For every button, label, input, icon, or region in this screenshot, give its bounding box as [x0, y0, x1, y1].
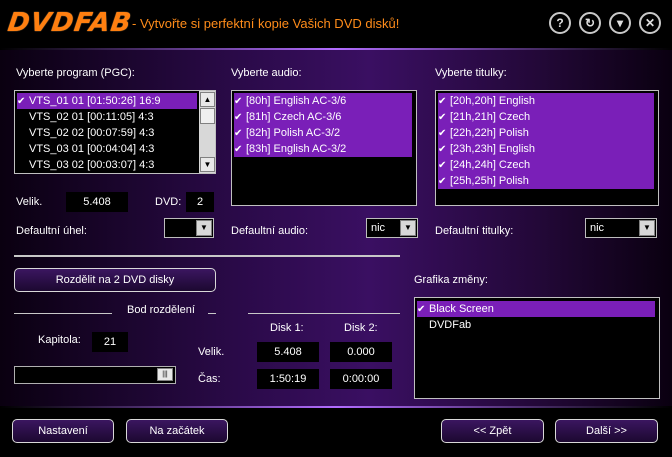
list-item[interactable]: VTS_03 01 [00:04:04] 4:3: [17, 141, 209, 157]
default-subtitles-select[interactable]: nic ▼: [585, 218, 657, 238]
program-scrollbar[interactable]: ▲ ▼: [199, 91, 215, 173]
scroll-down-icon[interactable]: ▼: [200, 157, 215, 172]
chevron-down-icon[interactable]: ▼: [196, 220, 212, 236]
list-item[interactable]: ✔ [82h] Polish AC-3/2: [234, 125, 412, 141]
next-button[interactable]: Další >>: [555, 419, 658, 443]
list-item[interactable]: ✔ [80h] English AC-3/6: [234, 93, 412, 109]
check-icon: ✔: [438, 112, 447, 123]
default-audio-select[interactable]: nic ▼: [366, 218, 418, 238]
slider-handle[interactable]: |||: [157, 368, 173, 381]
list-item[interactable]: ✔ VTS_01 01 [01:50:26] 16:9: [17, 93, 197, 109]
list-item[interactable]: ✔ [20h,20h] English: [438, 93, 654, 109]
split-point-label: Bod rozdělení: [127, 304, 195, 316]
transitions-list[interactable]: ✔ Black Screen DVDFab: [414, 297, 660, 399]
dvd-count-value: 2: [186, 192, 214, 212]
chapter-label: Kapitola:: [38, 334, 81, 346]
split-time-label: Čas:: [198, 373, 221, 385]
check-icon: ✔: [438, 128, 447, 139]
audio-label: Vyberte audio:: [231, 67, 302, 79]
scroll-thumb[interactable]: [200, 108, 215, 124]
check-icon: ✔: [438, 144, 447, 155]
program-size-value: 5.408: [66, 192, 128, 212]
check-icon: ✔: [438, 160, 447, 171]
check-icon: ✔: [438, 96, 447, 107]
minimize-icon[interactable]: ▾: [609, 12, 631, 34]
list-item[interactable]: ✔ [83h] English AC-3/2: [234, 141, 412, 157]
program-label: Vyberte program (PGC):: [16, 67, 135, 79]
help-icon[interactable]: ?: [549, 12, 571, 34]
list-item[interactable]: ✔ [81h] Czech AC-3/6: [234, 109, 412, 125]
close-icon[interactable]: ✕: [639, 12, 661, 34]
disk2-label: Disk 2:: [344, 322, 378, 334]
list-item[interactable]: ✔ Black Screen: [417, 301, 655, 317]
section-divider: [14, 255, 400, 257]
check-icon: ✔: [417, 304, 426, 315]
chevron-down-icon[interactable]: ▼: [400, 220, 416, 236]
check-icon: ✔: [234, 128, 243, 139]
program-size-label: Velik.: [16, 196, 43, 208]
dvdfab-window: DVDFAB - Vytvořte si perfektní kopie Vaš…: [0, 0, 672, 457]
footer-divider: [0, 406, 672, 408]
split-dvd-button[interactable]: Rozdělit na 2 DVD disky: [14, 268, 216, 292]
split-size-label: Velik.: [198, 346, 225, 358]
back-button[interactable]: << Zpět: [441, 419, 544, 443]
disk1-time-value: 1:50:19: [257, 369, 319, 389]
audio-list[interactable]: ✔ [80h] English AC-3/6 ✔ [81h] Czech AC-3/…: [231, 90, 417, 206]
dvdfab-logo: DVDFAB: [5, 8, 134, 38]
disk2-time-value: 0:00:00: [330, 369, 392, 389]
program-list[interactable]: ✔ VTS_01 01 [01:50:26] 16:9 VTS_02 01 [00…: [14, 90, 216, 174]
header-divider: [0, 48, 672, 50]
scroll-up-icon[interactable]: ▲: [200, 92, 215, 107]
list-item[interactable]: VTS_02 01 [00:11:05] 4:3: [17, 109, 209, 125]
list-item[interactable]: ✔ [22h,22h] Polish: [438, 125, 654, 141]
check-icon: ✔: [234, 96, 243, 107]
default-audio-label: Defaultní audio:: [231, 225, 309, 237]
default-subtitles-label: Defaultní titulky:: [435, 225, 514, 237]
subtitles-list[interactable]: ✔ [20h,20h] English ✔ [21h,21h] Czech ✔ [22…: [435, 90, 659, 206]
split-point-rule-left: [14, 313, 112, 314]
dvd-count-label: DVD:: [155, 196, 182, 208]
disk-table-rule: [248, 313, 400, 314]
list-item[interactable]: VTS_03 02 [00:03:07] 4:3: [17, 157, 209, 173]
angle-label: Defaultní úhel:: [16, 225, 87, 237]
angle-select[interactable]: ▼: [164, 218, 214, 238]
start-over-button[interactable]: Na začátek: [126, 419, 228, 443]
list-item[interactable]: VTS_02 02 [00:07:59] 4:3: [17, 125, 209, 141]
list-item[interactable]: ✔ [25h,25h] Polish: [438, 173, 654, 189]
subtitles-label: Vyberte titulky:: [435, 67, 507, 79]
split-slider[interactable]: |||: [14, 366, 176, 384]
refresh-icon[interactable]: ↻: [579, 12, 601, 34]
disk1-label: Disk 1:: [270, 322, 304, 334]
check-icon: ✔: [438, 176, 447, 187]
title-bar: DVDFAB - Vytvořte si perfektní kopie Vaš…: [0, 0, 672, 48]
disk1-size-value: 5.408: [257, 342, 319, 362]
chevron-down-icon[interactable]: ▼: [639, 220, 655, 236]
check-icon: ✔: [17, 96, 26, 107]
chapter-value: 21: [92, 332, 128, 352]
split-point-rule-right: [208, 313, 216, 314]
slogan-text: - Vytvořte si perfektní kopie Vašich DVD…: [132, 16, 400, 31]
check-icon: ✔: [234, 144, 243, 155]
check-icon: ✔: [234, 112, 243, 123]
list-item[interactable]: ✔ [23h,23h] English: [438, 141, 654, 157]
transitions-label: Grafika změny:: [414, 274, 488, 286]
list-item[interactable]: DVDFab: [417, 317, 655, 333]
settings-button[interactable]: Nastavení: [12, 419, 114, 443]
disk2-size-value: 0.000: [330, 342, 392, 362]
list-item[interactable]: ✔ [21h,21h] Czech: [438, 109, 654, 125]
list-item[interactable]: ✔ [24h,24h] Czech: [438, 157, 654, 173]
